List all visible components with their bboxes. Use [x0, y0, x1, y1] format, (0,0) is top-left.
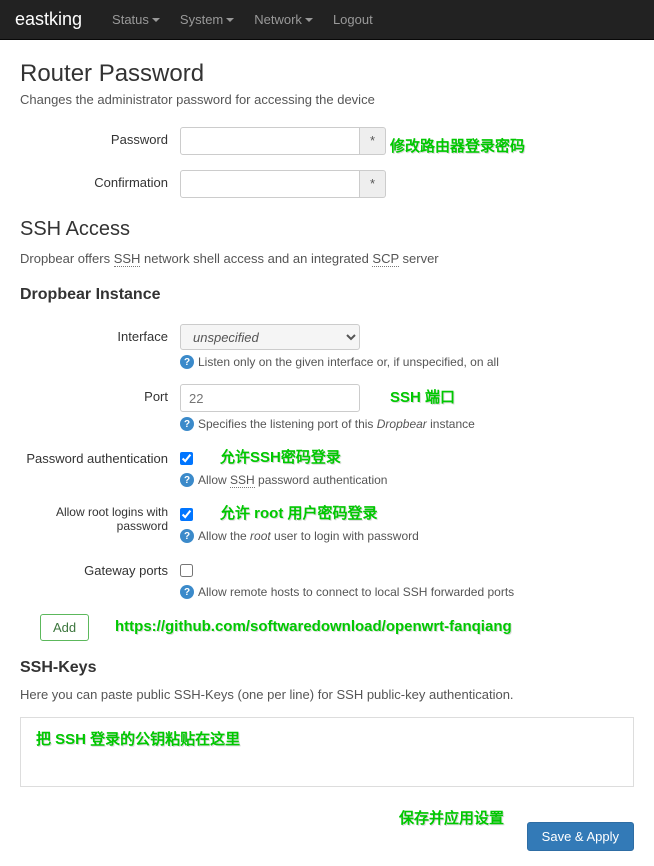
pwauth-label: Password authentication [20, 446, 180, 466]
confirmation-input[interactable] [180, 170, 360, 198]
rootlogin-help: Allow the root user to login with passwo… [198, 529, 419, 543]
ssh-access-title: SSH Access [20, 218, 634, 241]
navbar: eastking Status System Network Logout [0, 0, 654, 40]
nav-system[interactable]: System [170, 12, 244, 27]
annotation-pwauth: 允许SSH密码登录 [220, 446, 341, 467]
interface-help: Listen only on the given interface or, i… [198, 355, 499, 369]
annotation-password: 修改路由器登录密码 [390, 135, 525, 156]
confirmation-label: Confirmation [20, 170, 180, 190]
pwauth-help: Allow SSH password authentication [198, 473, 387, 487]
interface-select[interactable]: unspecified [180, 324, 360, 350]
chevron-down-icon [152, 18, 160, 22]
help-icon: ? [180, 585, 194, 599]
help-icon: ? [180, 529, 194, 543]
password-input[interactable] [180, 127, 360, 155]
dropbear-instance-title: Dropbear Instance [20, 286, 634, 304]
interface-label: Interface [20, 324, 180, 344]
confirmation-reveal-button[interactable]: * [360, 170, 386, 198]
rootlogin-label: Allow root logins with password [20, 502, 180, 534]
help-icon: ? [180, 355, 194, 369]
ssh-access-desc: Dropbear offers SSH network shell access… [20, 251, 634, 266]
nav-status[interactable]: Status [102, 12, 170, 27]
gateway-help: Allow remote hosts to connect to local S… [198, 585, 514, 599]
sshkeys-textarea[interactable]: 把 SSH 登录的公钥粘贴在这里 [20, 717, 634, 787]
nav-logout[interactable]: Logout [323, 12, 383, 27]
help-icon: ? [180, 417, 194, 431]
annotation-rootlogin: 允许 root 用户密码登录 [220, 502, 378, 523]
save-apply-button[interactable]: Save & Apply [527, 822, 634, 851]
chevron-down-icon [226, 18, 234, 22]
annotation-sshkeys: 把 SSH 登录的公钥粘贴在这里 [36, 728, 240, 749]
annotation-save: 保存并应用设置 [399, 807, 504, 828]
brand[interactable]: eastking [15, 9, 82, 30]
sshkeys-desc: Here you can paste public SSH-Keys (one … [20, 687, 634, 702]
password-label: Password [20, 127, 180, 147]
port-help: Specifies the listening port of this Dro… [198, 417, 475, 431]
port-input[interactable] [180, 384, 360, 412]
scp-abbr: SCP [372, 251, 399, 267]
gateway-checkbox[interactable] [180, 564, 193, 577]
port-label: Port [20, 384, 180, 404]
router-password-desc: Changes the administrator password for a… [20, 92, 634, 107]
rootlogin-checkbox[interactable] [180, 508, 193, 521]
password-reveal-button[interactable]: * [360, 127, 386, 155]
chevron-down-icon [305, 18, 313, 22]
ssh-abbr: SSH [114, 251, 141, 267]
pwauth-checkbox[interactable] [180, 452, 193, 465]
sshkeys-title: SSH-Keys [20, 659, 634, 677]
annotation-port: SSH 端口 [390, 386, 455, 407]
router-password-title: Router Password [20, 60, 634, 88]
help-icon: ? [180, 473, 194, 487]
add-button[interactable]: Add [40, 614, 89, 641]
gateway-label: Gateway ports [20, 558, 180, 578]
annotation-url: https://github.com/softwaredownload/open… [115, 618, 512, 635]
nav-network[interactable]: Network [244, 12, 323, 27]
